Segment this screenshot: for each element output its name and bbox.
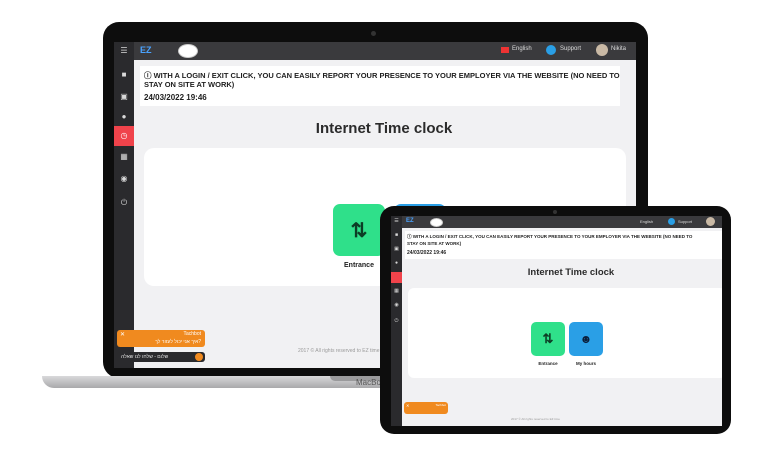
page-title: Internet Time clock xyxy=(527,267,615,278)
notice-line-2: STAY ON SITE AT WORK) xyxy=(407,241,462,246)
briefcase-icon[interactable]: ▣ xyxy=(391,246,402,252)
chat-bar-text: שלום - שלחו לנו שאלה xyxy=(121,354,169,360)
laptop-camera xyxy=(371,31,376,36)
notice-line-2: STAY ON SITE AT WORK) xyxy=(144,80,235,89)
globe-icon[interactable]: ◉ xyxy=(391,302,402,308)
sidebar: ☰ ■ ▣ ● ◷ ▦ ◉ ⏻ xyxy=(114,42,134,368)
top-bar: EZ English Support Nikita xyxy=(134,42,636,60)
notice-line-1: ⓘ WITH A LOGIN / EXIT CLICK, YOU CAN EAS… xyxy=(407,234,692,240)
calendar-icon[interactable]: ▦ xyxy=(391,288,402,294)
home-icon[interactable]: ■ xyxy=(114,70,134,79)
app-logo[interactable]: EZ xyxy=(140,45,152,55)
hamburger-icon[interactable]: ☰ xyxy=(114,46,134,55)
page-title: Internet Time clock xyxy=(315,120,453,137)
briefcase-icon[interactable]: ▣ xyxy=(114,92,134,101)
language-selector[interactable]: English xyxy=(512,46,532,52)
user-icon[interactable]: ● xyxy=(114,112,134,121)
footer: 2017 © All rights reserved to EZ time xyxy=(298,348,380,354)
toast-body: איך אני יכול לעזור לך? xyxy=(155,339,201,345)
chat-toast[interactable]: ✕ Tachbot איך אני יכול לעזור לך? xyxy=(117,330,205,347)
power-icon[interactable]: ⏻ xyxy=(114,198,134,208)
toast-title: Tachbot xyxy=(183,331,201,337)
power-icon[interactable]: ⏻ xyxy=(391,318,402,324)
my-hours-label: My hours xyxy=(575,361,596,366)
notice-datetime: 24/03/2022 19:46 xyxy=(407,250,447,256)
home-icon[interactable]: ■ xyxy=(391,232,402,238)
clock-icon: ◷ xyxy=(120,131,128,140)
toast-title: Tachbot xyxy=(435,403,446,407)
calendar-icon[interactable]: ▦ xyxy=(114,152,134,161)
globe-icon[interactable]: ◉ xyxy=(114,174,134,183)
chat-toast[interactable]: ✕ Tachbot xyxy=(404,402,448,414)
support-menu[interactable]: Support xyxy=(560,46,581,52)
chat-icon xyxy=(195,353,203,361)
chat-bar[interactable]: שלום - שלחו לנו שאלה xyxy=(117,352,205,362)
sidebar-item-time-clock[interactable]: ◷ xyxy=(114,126,134,146)
my-hours-button[interactable]: ☻ xyxy=(569,322,603,356)
entrance-button[interactable]: ⇅ xyxy=(333,204,385,256)
user-menu[interactable]: Nikita xyxy=(611,46,626,52)
footer: 2017 © All rights reserved to EZ time xyxy=(511,417,560,421)
notice-panel: ⓘ WITH A LOGIN / EXIT CLICK, YOU CAN EAS… xyxy=(140,66,620,106)
tablet-sidebar: ☰ ■ ▣ ● ▦ ◉ ⏻ xyxy=(391,216,402,426)
sidebar-item-time-clock[interactable] xyxy=(391,272,402,283)
logo-badge xyxy=(430,218,443,227)
notice-text-1: WITH A LOGIN / EXIT CLICK, YOU CAN EASIL… xyxy=(412,234,693,239)
logo-badge xyxy=(178,44,198,58)
arrows-up-down-icon: ⇅ xyxy=(350,219,368,242)
hamburger-icon[interactable]: ☰ xyxy=(391,218,402,224)
info-circle-icon: ⓘ xyxy=(144,71,154,80)
tablet-top-bar: EZ English Support xyxy=(402,216,722,228)
time-clock-card: ⇅ ☻ Entrance My hours xyxy=(408,288,722,378)
avatar[interactable] xyxy=(706,217,715,226)
app-logo[interactable]: EZ xyxy=(406,218,414,224)
support-icon xyxy=(546,45,556,55)
notice-datetime: 24/03/2022 19:46 xyxy=(144,93,207,102)
entrance-button[interactable]: ⇅ xyxy=(531,322,565,356)
person-clock-icon: ☻ xyxy=(579,332,593,346)
close-icon[interactable]: ✕ xyxy=(120,331,125,338)
close-icon[interactable]: ✕ xyxy=(406,403,409,408)
notice-text-1: WITH A LOGIN / EXIT CLICK, YOU CAN EASIL… xyxy=(153,71,620,80)
support-icon xyxy=(668,218,675,225)
avatar[interactable] xyxy=(596,44,608,56)
arrows-up-down-icon: ⇅ xyxy=(542,331,554,346)
user-icon[interactable]: ● xyxy=(391,260,402,266)
tablet-camera xyxy=(553,210,557,214)
tablet-screen: ☰ ■ ▣ ● ▦ ◉ ⏻ EZ English Support ⓘ WITH … xyxy=(391,216,722,426)
support-menu[interactable]: Support xyxy=(678,219,692,224)
flag-icon xyxy=(501,47,509,53)
language-selector[interactable]: English xyxy=(640,219,653,224)
notice-panel: ⓘ WITH A LOGIN / EXIT CLICK, YOU CAN EAS… xyxy=(405,231,722,259)
